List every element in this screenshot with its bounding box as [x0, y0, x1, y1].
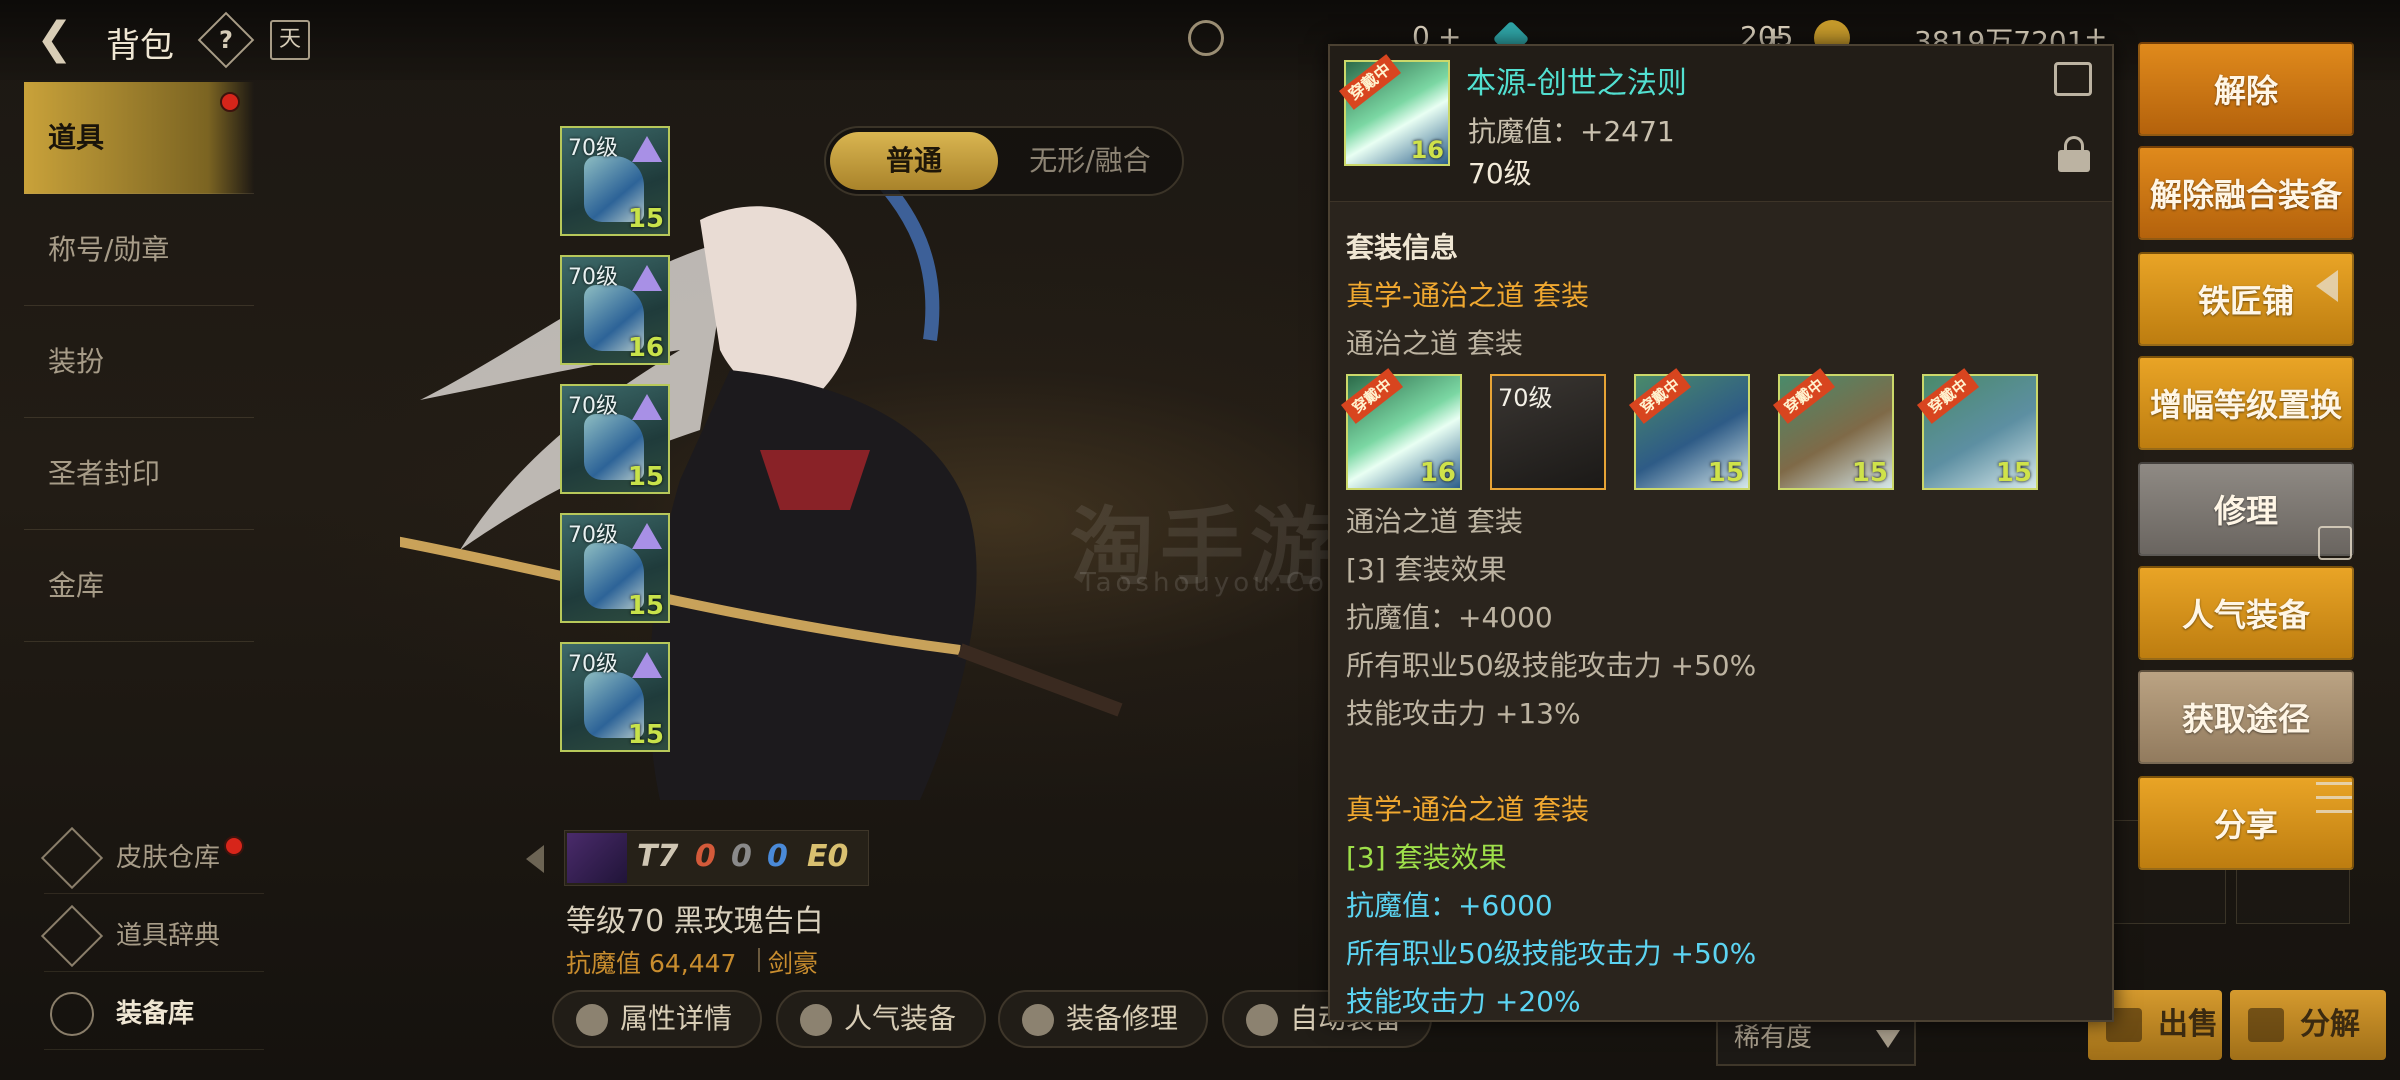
set1-skill50: 所有职业50级技能攻击力 +50%: [1346, 649, 1757, 682]
equipment-slot[interactable]: 70级 15: [560, 642, 670, 752]
item-title: 本源-创世之法则: [1466, 66, 1687, 101]
set1-effect: [3] 套装效果: [1346, 553, 1507, 586]
set1-name: 真学-通治之道 套装: [1346, 279, 1590, 312]
equipped-badge: 穿戴中: [1338, 54, 1402, 110]
decompose-button[interactable]: 分解: [2230, 990, 2386, 1060]
decompose-icon: [2248, 1008, 2284, 1042]
set2-effect: [3] 套装效果: [1346, 841, 1507, 874]
set1-sub: 通治之道 套装: [1346, 327, 1523, 360]
nav-item-costume[interactable]: 装扮: [24, 306, 254, 418]
avatar: [567, 833, 627, 883]
equipment-slot[interactable]: 70级 15: [560, 126, 670, 236]
rarity-icon: [632, 265, 662, 291]
stat-c: 0: [767, 839, 788, 874]
window-icon[interactable]: [2318, 526, 2352, 560]
unequip-button[interactable]: 解除: [2138, 42, 2354, 136]
equipment-slot[interactable]: 70级 15: [560, 384, 670, 494]
character-power: 抗魔值 64,447: [566, 949, 737, 978]
attribute-details-button[interactable]: 属性详情: [552, 990, 762, 1048]
dictionary-icon: [40, 904, 104, 968]
item-tooltip: 穿戴中 16 本源-创世之法则 抗魔值：+2471 70级 套装信息 真学-通治…: [1328, 44, 2114, 1022]
rarity-icon: [632, 136, 662, 162]
skin-storage-link[interactable]: 皮肤仓库: [40, 822, 264, 894]
chevron-down-icon: [1876, 1030, 1900, 1048]
stat-e: E0: [807, 839, 849, 874]
stat-a: 0: [695, 839, 716, 874]
rarity-icon: [632, 394, 662, 420]
set-info-label: 套装信息: [1346, 231, 1459, 264]
nav-item-seal[interactable]: 圣者封印: [24, 418, 254, 530]
equipment-slot[interactable]: 70级 15: [560, 513, 670, 623]
item-icon: 穿戴中 16: [1338, 54, 1450, 166]
menu-icon[interactable]: [2316, 782, 2352, 822]
nav-item-vault[interactable]: 金库: [24, 530, 254, 642]
popular-equipment-button[interactable]: 人气装备: [776, 990, 986, 1048]
equipment-library-link[interactable]: 装备库: [44, 978, 264, 1050]
set1-skill: 技能攻击力 +13%: [1346, 697, 1581, 730]
tab-fusion[interactable]: 无形/融合: [1004, 132, 1176, 190]
set-item-icon[interactable]: 穿戴中 15: [1628, 368, 1750, 490]
nav-item-titles[interactable]: 称号/勋章: [24, 194, 254, 306]
rarity-icon: [632, 523, 662, 549]
nav-item-props[interactable]: 道具: [24, 82, 254, 194]
set-item-icon[interactable]: 70级: [1490, 374, 1606, 490]
back-arrow-icon[interactable]: ❮: [36, 16, 86, 62]
collapse-arrow-icon[interactable]: [2316, 270, 2338, 302]
notification-dot: [224, 836, 244, 856]
notification-dot: [220, 92, 240, 112]
item-dictionary-link[interactable]: 道具辞典: [40, 900, 264, 972]
item-anti-magic: 抗魔值：+2471: [1468, 115, 1675, 148]
set-item-icon[interactable]: 穿戴中 16: [1340, 368, 1462, 490]
page-title: 背包: [106, 26, 174, 66]
set1-sub2: 通治之道 套装: [1346, 505, 1523, 538]
set-item-icon[interactable]: 穿戴中 15: [1916, 368, 2038, 490]
mode-toggle: 普通 无形/融合: [824, 126, 1184, 196]
calendar-icon[interactable]: 天: [270, 20, 310, 60]
character-stat-bar: T7 0 0 0 E0: [564, 830, 869, 886]
popular-icon: [800, 1004, 832, 1036]
lock-icon[interactable]: [2058, 136, 2090, 172]
left-nav: 道具 称号/勋章 装扮 圣者封印 金库: [24, 82, 254, 642]
unfuse-equipment-button[interactable]: 解除融合装备: [2138, 146, 2354, 240]
attribute-icon: [576, 1004, 608, 1036]
stat-b: 0: [731, 839, 752, 874]
auto-equip-icon: [1246, 1004, 1278, 1036]
armor-icon: [50, 992, 94, 1036]
skin-storage-icon: [40, 826, 104, 890]
coin-c-icon: [1188, 20, 1224, 56]
prev-character-icon[interactable]: [526, 845, 544, 873]
tab-normal[interactable]: 普通: [830, 132, 998, 190]
acquisition-route-button[interactable]: 获取途径: [2138, 670, 2354, 764]
character-class: 剑豪: [757, 944, 818, 980]
set2-skill50: 所有职业50级技能攻击力 +50%: [1346, 937, 1757, 970]
anvil-icon: [1022, 1004, 1054, 1036]
help-icon[interactable]: ?: [197, 11, 255, 69]
set2-anti-magic: 抗魔值：+6000: [1346, 889, 1553, 922]
equipment-repair-button[interactable]: 装备修理: [998, 990, 1208, 1048]
set2-name: 真学-通治之道 套装: [1346, 793, 1590, 826]
set1-anti-magic: 抗魔值：+4000: [1346, 601, 1553, 634]
rarity-icon: [632, 652, 662, 678]
set2-skill: 技能攻击力 +20%: [1346, 985, 1581, 1018]
tooltip-header: 穿戴中 16 本源-创世之法则 抗魔值：+2471 70级: [1330, 46, 2112, 202]
tier-stat: T7: [637, 839, 679, 874]
popular-equipment-action-button[interactable]: 人气装备: [2138, 566, 2354, 660]
equipment-slot[interactable]: 70级 16: [560, 255, 670, 365]
character-name: 等级70 黑玫瑰告白: [566, 904, 824, 939]
share-icon[interactable]: [2054, 62, 2092, 96]
amplify-exchange-button[interactable]: 增幅等级置换: [2138, 356, 2354, 450]
set-item-icon[interactable]: 穿戴中 15: [1772, 368, 1894, 490]
watermark-sub: Taoshouyou.Com: [1080, 568, 1358, 598]
item-level: 70级: [1468, 157, 1532, 190]
